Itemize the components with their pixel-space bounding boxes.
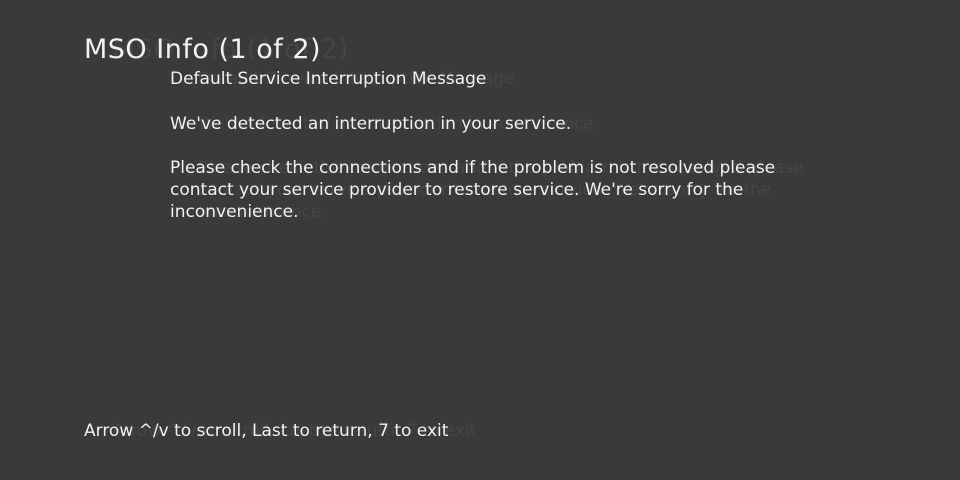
message-paragraph: Please check the connections and if the … xyxy=(170,158,776,222)
message-body: We've detected an interruption in your s… xyxy=(170,113,830,245)
navigation-hint: Arrow ^/v to scroll, Last to return, 7 t… xyxy=(84,421,449,441)
mso-info-screen: MSO Info (1 of 2) Default Service Interr… xyxy=(0,0,960,480)
message-subtitle: Default Service Interruption Message xyxy=(170,69,487,89)
page-title: MSO Info (1 of 2) xyxy=(84,34,322,65)
message-paragraph: We've detected an interruption in your s… xyxy=(170,114,572,134)
